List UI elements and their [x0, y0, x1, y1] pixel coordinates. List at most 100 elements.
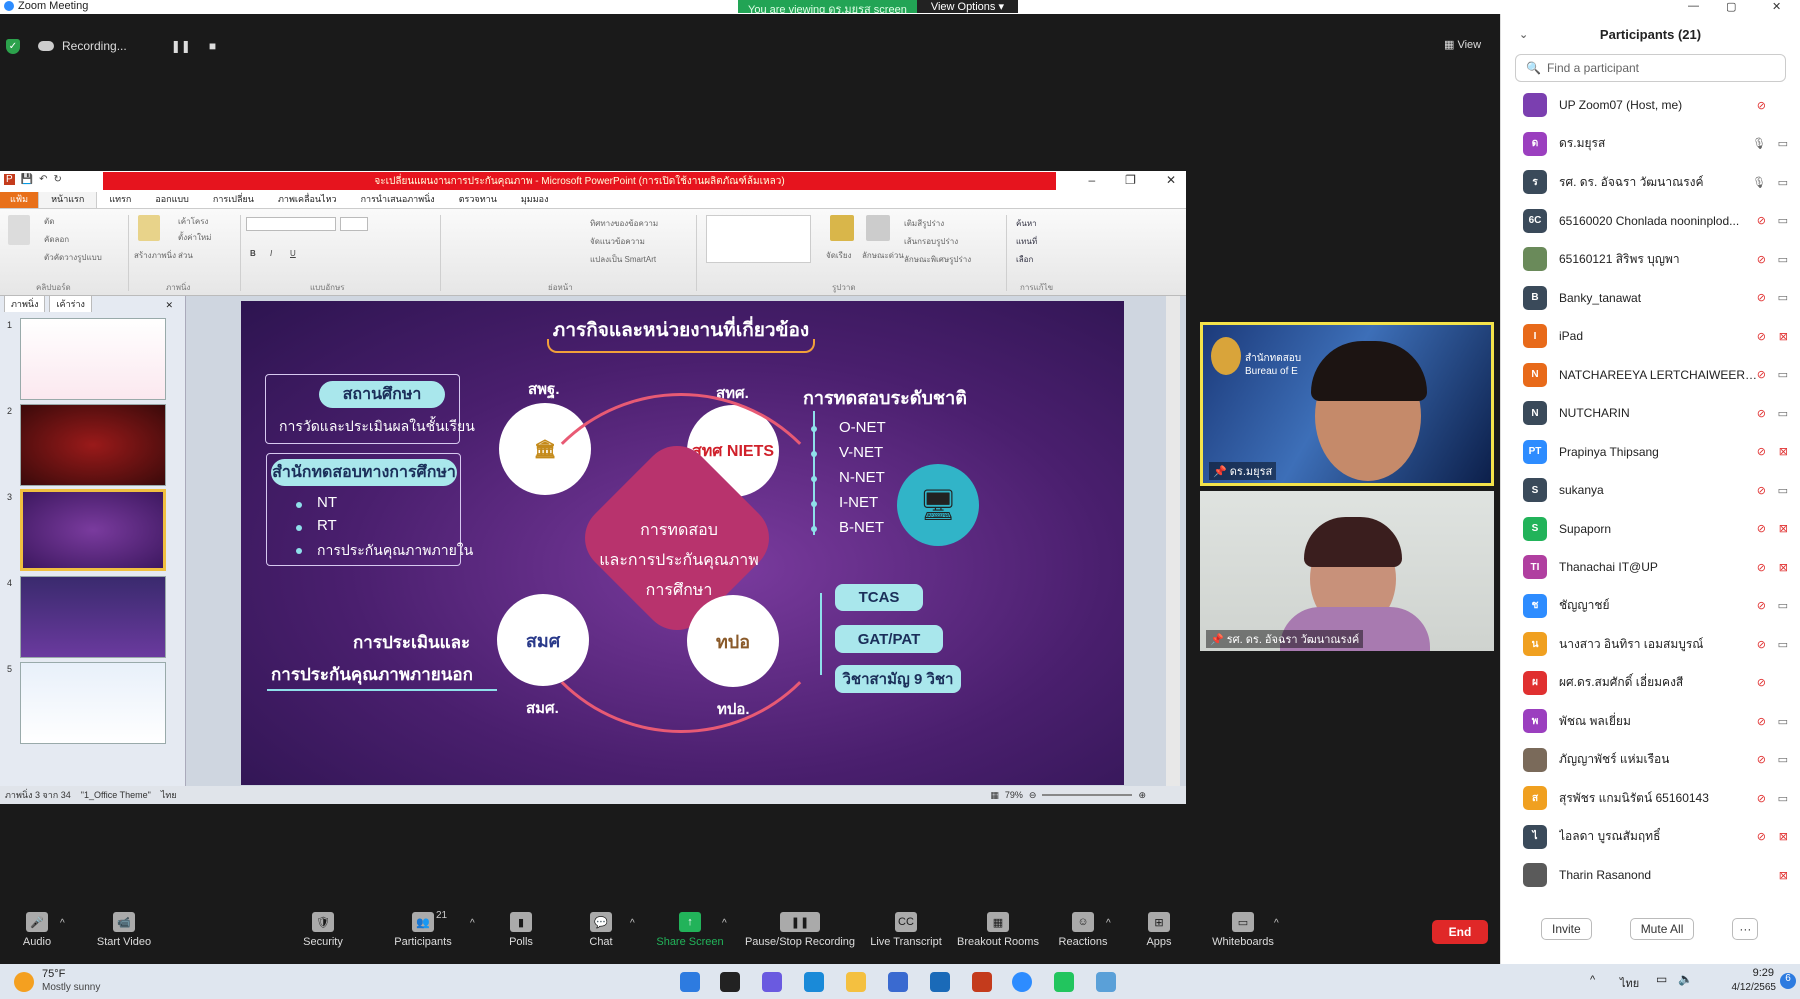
slide-thumb-3[interactable] [20, 489, 166, 571]
whiteboards-chevron-icon[interactable]: ^ [1274, 918, 1279, 929]
end-meeting-button[interactable]: End [1432, 920, 1488, 944]
participant-row[interactable]: น นางสาว อินทิรา เอมสมบูรณ์ ⊘ ▭ [1501, 625, 1800, 664]
camera-on-icon[interactable]: ▭ [1778, 176, 1788, 189]
security-button[interactable]: 🛡 Security [300, 912, 346, 948]
participant-row[interactable]: B Banky_tanawat ⊘ ▭ [1501, 279, 1800, 318]
mute-all-button[interactable]: Mute All [1629, 918, 1695, 940]
store-icon[interactable] [888, 972, 908, 992]
notification-badge[interactable]: 6 [1780, 973, 1796, 989]
tab-outline-panel[interactable]: เค้าร่าง [49, 295, 92, 312]
mic-on-icon[interactable]: 🎙 [1752, 176, 1766, 189]
layout-button[interactable]: เค้าโครง [178, 215, 208, 228]
select-button[interactable]: เลือก [1016, 253, 1033, 266]
zoom-in-button[interactable]: ⊕ [1138, 790, 1146, 801]
camera-on-icon[interactable]: ▭ [1778, 484, 1788, 497]
chat-chevron-icon[interactable]: ^ [630, 918, 635, 929]
arrange-button[interactable]: จัดเรียง [826, 249, 852, 262]
slide-scrollbar[interactable] [1166, 296, 1180, 786]
camera-off-icon[interactable]: ⊠ [1779, 445, 1788, 458]
mic-muted-icon[interactable]: ⊘ [1757, 407, 1766, 420]
save-icon[interactable]: 💾 [21, 174, 33, 185]
participant-row[interactable]: S Supaporn ⊘ ⊠ [1501, 510, 1800, 549]
video-tile-speaker[interactable]: สำนักทดสอบ Bureau of E 📌 ดร.มยุรส [1200, 322, 1494, 486]
zoom-taskbar-icon[interactable] [1012, 972, 1032, 992]
slide-thumb-2[interactable] [20, 404, 166, 486]
participant-row[interactable]: ไ ไอลดา บูรณสัมฤทธิ์ ⊘ ⊠ [1501, 818, 1800, 857]
participant-row[interactable]: ส สุรพัชร แกมนิรัตน์ 65160143 ⊘ ▭ [1501, 779, 1800, 818]
participant-row[interactable]: TI Thanachai IT@UP ⊘ ⊠ [1501, 548, 1800, 587]
participant-search-input[interactable]: 🔍 Find a participant [1515, 54, 1786, 82]
camera-off-icon[interactable]: ⊠ [1779, 561, 1788, 574]
reactions-chevron-icon[interactable]: ^ [1106, 918, 1111, 929]
new-slide-icon[interactable] [138, 215, 160, 241]
mic-muted-icon[interactable]: ⊘ [1757, 753, 1766, 766]
task-view-icon[interactable] [720, 972, 740, 992]
mic-muted-icon[interactable]: ⊘ [1757, 830, 1766, 843]
tab-design[interactable]: ออกแบบ [143, 192, 201, 208]
mic-muted-icon[interactable]: ⊘ [1757, 715, 1766, 728]
new-slide-button[interactable]: สร้างภาพนิ่ง [134, 249, 176, 262]
more-options-button[interactable]: ··· [1732, 918, 1759, 940]
slide-thumb-5[interactable] [20, 662, 166, 744]
undo-icon[interactable]: ↶ [39, 174, 47, 185]
camera-off-icon[interactable]: ⊠ [1779, 830, 1788, 843]
share-chevron-icon[interactable]: ^ [722, 918, 727, 929]
camera-on-icon[interactable]: ▭ [1778, 368, 1788, 381]
align-text-button[interactable]: จัดแนวข้อความ [590, 235, 645, 248]
ppt-restore-button[interactable]: ❐ [1125, 173, 1136, 187]
participant-row[interactable]: Ssukanya ⊘ ▭ [1501, 471, 1800, 510]
polls-button[interactable]: ▮ Polls [506, 912, 536, 948]
camera-off-icon[interactable]: ⊠ [1779, 869, 1788, 882]
camera-on-icon[interactable]: ▭ [1778, 407, 1788, 420]
camera-on-icon[interactable]: ▭ [1778, 715, 1788, 728]
mail-icon[interactable] [930, 972, 950, 992]
normal-view-icon[interactable]: ▦ [990, 790, 999, 801]
line-app-icon[interactable] [1054, 972, 1074, 992]
pause-stop-recording-button[interactable]: ❚❚ Pause/Stop Recording [744, 912, 856, 948]
close-pane-icon[interactable]: ✕ [159, 299, 179, 312]
participants-chevron-icon[interactable]: ^ [470, 918, 475, 929]
tab-review[interactable]: ตรวจทาน [447, 192, 509, 208]
audio-button[interactable]: 🎤 Audio [20, 912, 54, 948]
mic-muted-icon[interactable]: ⊘ [1757, 484, 1766, 497]
tab-file[interactable]: แฟ้ม [0, 190, 39, 208]
reset-button[interactable]: ตั้งค่าใหม่ [178, 231, 211, 244]
participant-row[interactable]: ช ชัญญาชย์ ⊘ ▭ [1501, 587, 1800, 626]
slide-thumb-4[interactable] [20, 576, 166, 658]
participant-row[interactable]: ผ ผศ.ดร.สมศักดิ์ เอี่ยมคงสี ⊘ [1501, 664, 1800, 703]
convert-smartart-button[interactable]: แปลงเป็น SmartArt [590, 253, 656, 266]
camera-on-icon[interactable]: ▭ [1778, 291, 1788, 304]
video-tile-participant[interactable]: 📌 รศ. ดร. อัจฉรา วัฒนาณรงค์ [1200, 491, 1494, 651]
camera-on-icon[interactable]: ▭ [1778, 792, 1788, 805]
powerpoint-taskbar-icon[interactable] [972, 972, 992, 992]
teams-chat-icon[interactable] [762, 972, 782, 992]
share-screen-button[interactable]: ↑ Share Screen [656, 912, 724, 948]
slide-thumb-1[interactable] [20, 318, 166, 400]
volume-icon[interactable]: 🔈 [1678, 972, 1693, 986]
participant-row[interactable]: 6C 65160020 Chonlada nooninplod... ⊘ ▭ [1501, 202, 1800, 241]
audio-options-chevron-icon[interactable]: ^ [60, 918, 65, 929]
tab-slideshow[interactable]: การนำเสนอภาพนิ่ง [349, 192, 447, 208]
file-explorer-icon[interactable] [846, 972, 866, 992]
chat-button[interactable]: 💬 Chat [586, 912, 616, 948]
camera-on-icon[interactable]: ▭ [1778, 214, 1788, 227]
camera-off-icon[interactable]: ⊠ [1779, 522, 1788, 535]
shapes-gallery[interactable] [706, 215, 811, 263]
font-name-box[interactable] [246, 217, 336, 231]
tab-slides-panel[interactable]: ภาพนิ่ง [4, 295, 46, 312]
participant-row[interactable]: N NATCHAREEYA LERTCHAIWEERA... ⊘ ▭ [1501, 356, 1800, 395]
tab-insert[interactable]: แทรก [97, 192, 143, 208]
tab-home[interactable]: หน้าแรก [38, 191, 98, 208]
participant-row[interactable]: ร รศ. ดร. อัจฉรา วัฒนาณรงค์ 🎙 ▭ [1501, 163, 1800, 202]
cut-button[interactable]: ตัด [44, 215, 54, 228]
mic-on-icon[interactable]: 🎙 [1752, 137, 1766, 150]
mic-muted-icon[interactable]: ⊘ [1757, 445, 1766, 458]
participant-row[interactable]: ภัญญาพัชร์ แห่มเรือน ⊘ ▭ [1501, 741, 1800, 780]
shape-effects-button[interactable]: ลักษณะพิเศษรูปร่าง [904, 253, 971, 266]
stop-recording-button[interactable]: ■ [209, 39, 216, 53]
invite-button[interactable]: Invite [1541, 918, 1592, 940]
copy-button[interactable]: คัดลอก [44, 233, 69, 246]
camera-on-icon[interactable]: ▭ [1778, 753, 1788, 766]
camera-on-icon[interactable]: ▭ [1778, 599, 1788, 612]
tab-transitions[interactable]: การเปลี่ยน [201, 192, 266, 208]
